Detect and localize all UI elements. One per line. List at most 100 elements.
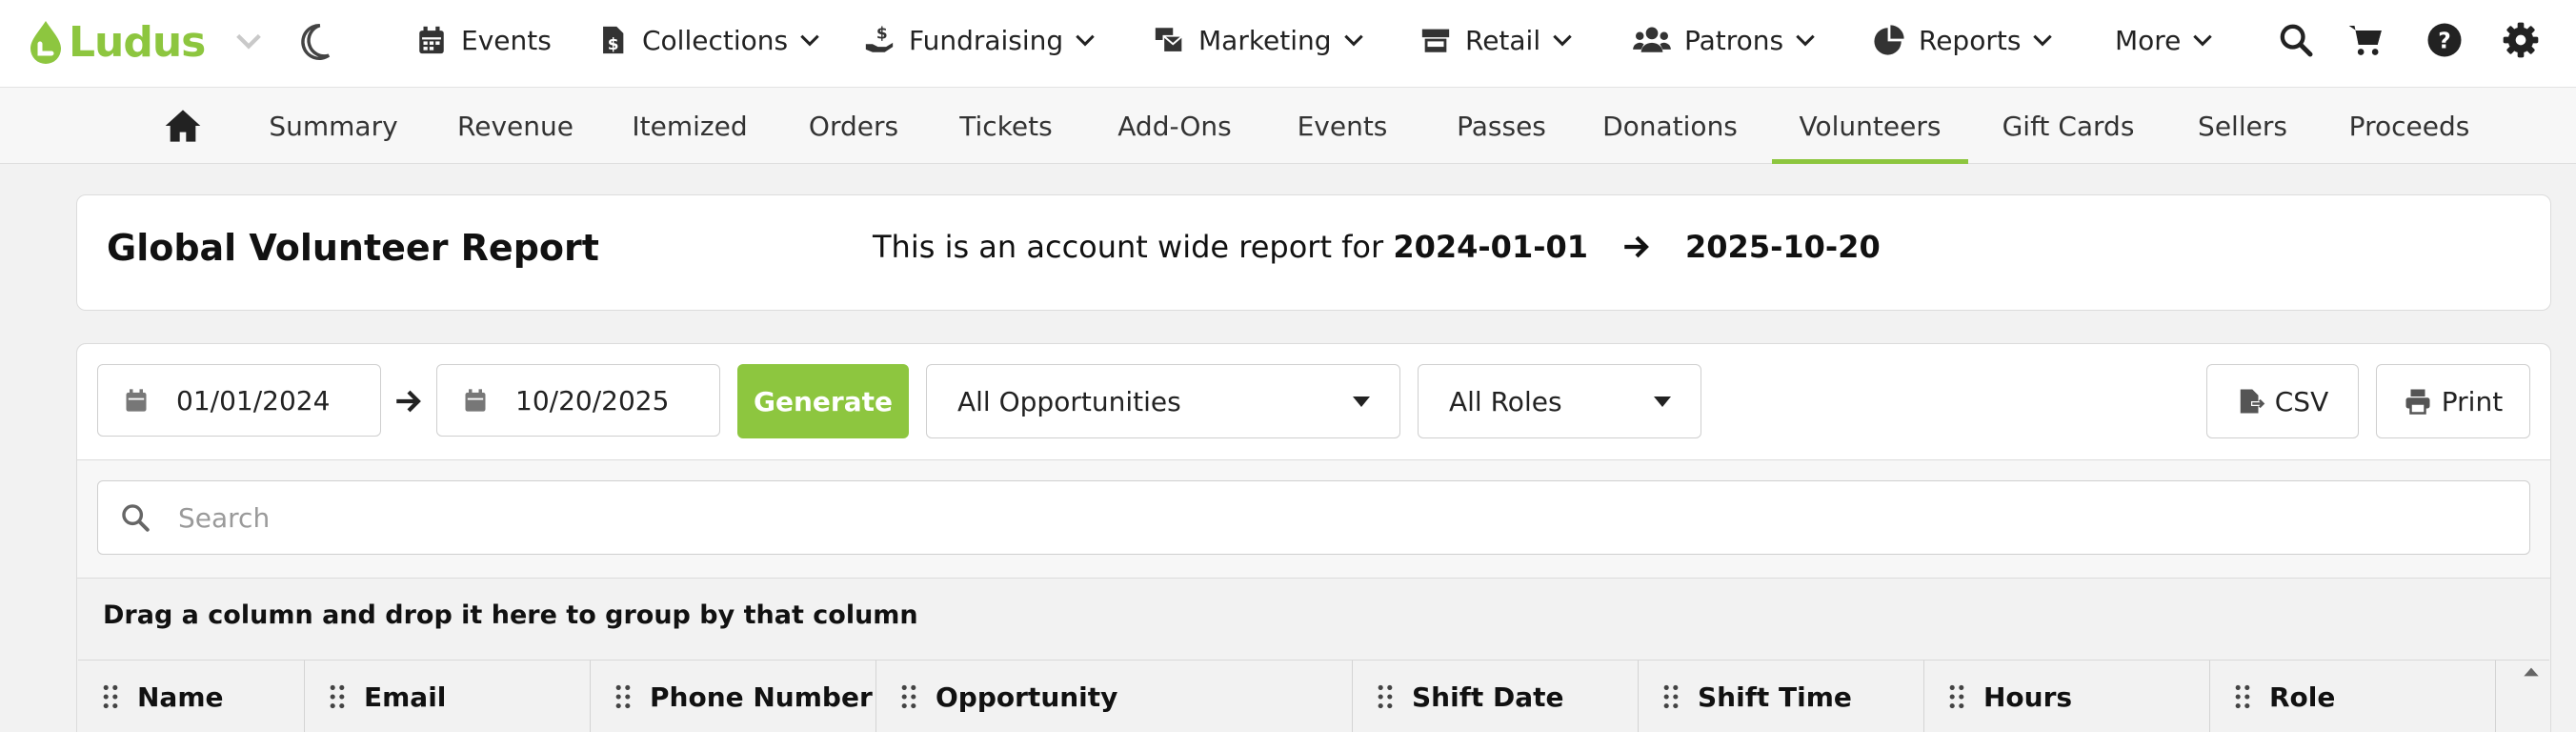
column-header-opportunity[interactable]: Opportunity: [876, 661, 1353, 732]
nav-label: Marketing: [1198, 24, 1332, 56]
home-icon[interactable]: [164, 107, 202, 145]
tab-proceeds[interactable]: Proceeds: [2338, 88, 2481, 164]
tab-orders[interactable]: Orders: [796, 88, 911, 164]
brand-logo[interactable]: Ludus: [27, 15, 206, 69]
column-label: Email: [364, 681, 447, 713]
tab-itemized[interactable]: Itemized: [621, 88, 758, 164]
report-date-range: This is an account wide report for 2024-…: [873, 229, 1881, 265]
help-icon[interactable]: ?: [2425, 21, 2464, 59]
drag-handle-icon[interactable]: [1663, 684, 1679, 709]
column-label: Opportunity: [936, 681, 1118, 713]
column-label: Phone Number: [650, 681, 873, 713]
column-label: Hours: [1983, 681, 2073, 713]
column-label: Shift Date: [1412, 681, 1564, 713]
range-end-date: 2025-10-20: [1685, 229, 1881, 265]
chevron-down-icon: [2033, 34, 2053, 47]
group-by-drop-zone[interactable]: Drag a column and drop it here to group …: [103, 600, 918, 630]
nav-reports[interactable]: Reports: [1873, 17, 2055, 63]
column-header-name[interactable]: Name: [78, 661, 305, 732]
hand-holding-dollar-icon: $: [865, 25, 894, 52]
nav-label: Retail: [1465, 24, 1541, 56]
to-date-value: 10/20/2025: [515, 384, 670, 417]
chevron-down-icon: [1796, 34, 1815, 47]
store-icon: [1421, 29, 1450, 52]
search-icon[interactable]: [2277, 21, 2315, 59]
column-header-role[interactable]: Role: [2210, 661, 2496, 732]
caret-down-icon: [1654, 396, 1671, 407]
nav-label: Patrons: [1684, 24, 1784, 56]
nav-marketing[interactable]: Marketing: [1153, 17, 1366, 63]
tab-summary[interactable]: Summary: [252, 88, 415, 164]
tab-volunteers[interactable]: Volunteers: [1772, 88, 1968, 164]
tab-revenue[interactable]: Revenue: [444, 88, 587, 164]
nav-retail[interactable]: Retail: [1419, 17, 1575, 63]
tab-gift-cards[interactable]: Gift Cards: [1997, 88, 2140, 164]
tab-donations[interactable]: Donations: [1597, 88, 1743, 164]
column-header-shift-time[interactable]: Shift Time: [1639, 661, 1924, 732]
mail-bulk-icon: [1155, 28, 1184, 53]
chevron-down-icon: [1076, 34, 1095, 47]
from-date-picker[interactable]: 01/01/2024: [97, 364, 381, 437]
column-label: Name: [137, 681, 224, 713]
drag-handle-icon[interactable]: [615, 684, 631, 709]
cart-icon[interactable]: [2347, 21, 2385, 59]
drag-handle-icon[interactable]: [901, 684, 916, 709]
column-header-shift-date[interactable]: Shift Date: [1353, 661, 1639, 732]
csv-label: CSV: [2274, 385, 2329, 417]
svg-text:$: $: [876, 25, 888, 44]
csv-export-button[interactable]: CSV: [2206, 364, 2359, 438]
calendar-icon: [419, 26, 444, 54]
printer-icon: [2405, 389, 2430, 415]
nav-more[interactable]: More: [2115, 17, 2215, 63]
generate-button[interactable]: Generate: [737, 364, 909, 438]
report-subnav: Summary Revenue Itemized Orders Tickets …: [0, 88, 2576, 164]
page-title: Global Volunteer Report: [107, 227, 599, 269]
tab-add-ons[interactable]: Add-Ons: [1105, 88, 1244, 164]
tab-events[interactable]: Events: [1282, 88, 1402, 164]
grid-search: [97, 480, 2530, 555]
range-start-date: 2024-01-01: [1393, 229, 1589, 265]
opportunity-select-value: All Opportunities: [957, 385, 1181, 417]
print-button[interactable]: Print: [2376, 364, 2530, 438]
chevron-down-icon: [800, 34, 819, 47]
nav-collections[interactable]: $ Collections: [596, 17, 822, 63]
print-label: Print: [2441, 385, 2504, 417]
column-label: Role: [2269, 681, 2336, 713]
nav-fundraising[interactable]: $ Fundraising: [863, 17, 1097, 63]
chevron-down-icon: [1343, 34, 1363, 47]
search-input[interactable]: [178, 501, 2465, 534]
tab-sellers[interactable]: Sellers: [2185, 88, 2300, 164]
users-icon: [1633, 27, 1671, 52]
calendar-icon: [126, 389, 147, 412]
opportunity-select[interactable]: All Opportunities: [926, 364, 1400, 438]
to-date-picker[interactable]: 10/20/2025: [436, 364, 720, 437]
chevron-down-icon: [1553, 34, 1572, 47]
nav-events[interactable]: Events: [415, 17, 552, 63]
gear-icon[interactable]: [2502, 21, 2540, 59]
drag-handle-icon[interactable]: [1949, 684, 1964, 709]
chevron-down-icon: [2193, 34, 2213, 47]
role-select[interactable]: All Roles: [1418, 364, 1701, 438]
file-export-icon: [2240, 389, 2265, 414]
role-select-value: All Roles: [1449, 385, 1562, 417]
dark-mode-moon-icon[interactable]: [297, 21, 333, 63]
column-header-email[interactable]: Email: [305, 661, 591, 732]
nav-label: Fundraising: [909, 24, 1064, 56]
tab-tickets[interactable]: Tickets: [949, 88, 1063, 164]
column-header-phone-number[interactable]: Phone Number: [591, 661, 876, 732]
drag-handle-icon[interactable]: [1378, 684, 1393, 709]
nav-label: Collections: [642, 24, 789, 56]
column-header-hours[interactable]: Hours: [1924, 661, 2210, 732]
svg-text:$: $: [608, 35, 619, 54]
nav-patrons[interactable]: Patrons: [1633, 17, 1818, 63]
drag-handle-icon[interactable]: [330, 684, 345, 709]
drag-handle-icon[interactable]: [2235, 684, 2250, 709]
chevron-down-icon[interactable]: [232, 25, 265, 57]
tab-passes[interactable]: Passes: [1440, 88, 1562, 164]
svg-text:?: ?: [2438, 27, 2451, 53]
arrow-right-icon: [396, 390, 421, 413]
top-navbar: Ludus Events $ Collections $ Fundraising: [0, 0, 2576, 88]
nav-label: Events: [461, 24, 552, 56]
drag-handle-icon[interactable]: [103, 684, 118, 709]
scrollbar-up-arrow-icon[interactable]: [2521, 661, 2542, 682]
